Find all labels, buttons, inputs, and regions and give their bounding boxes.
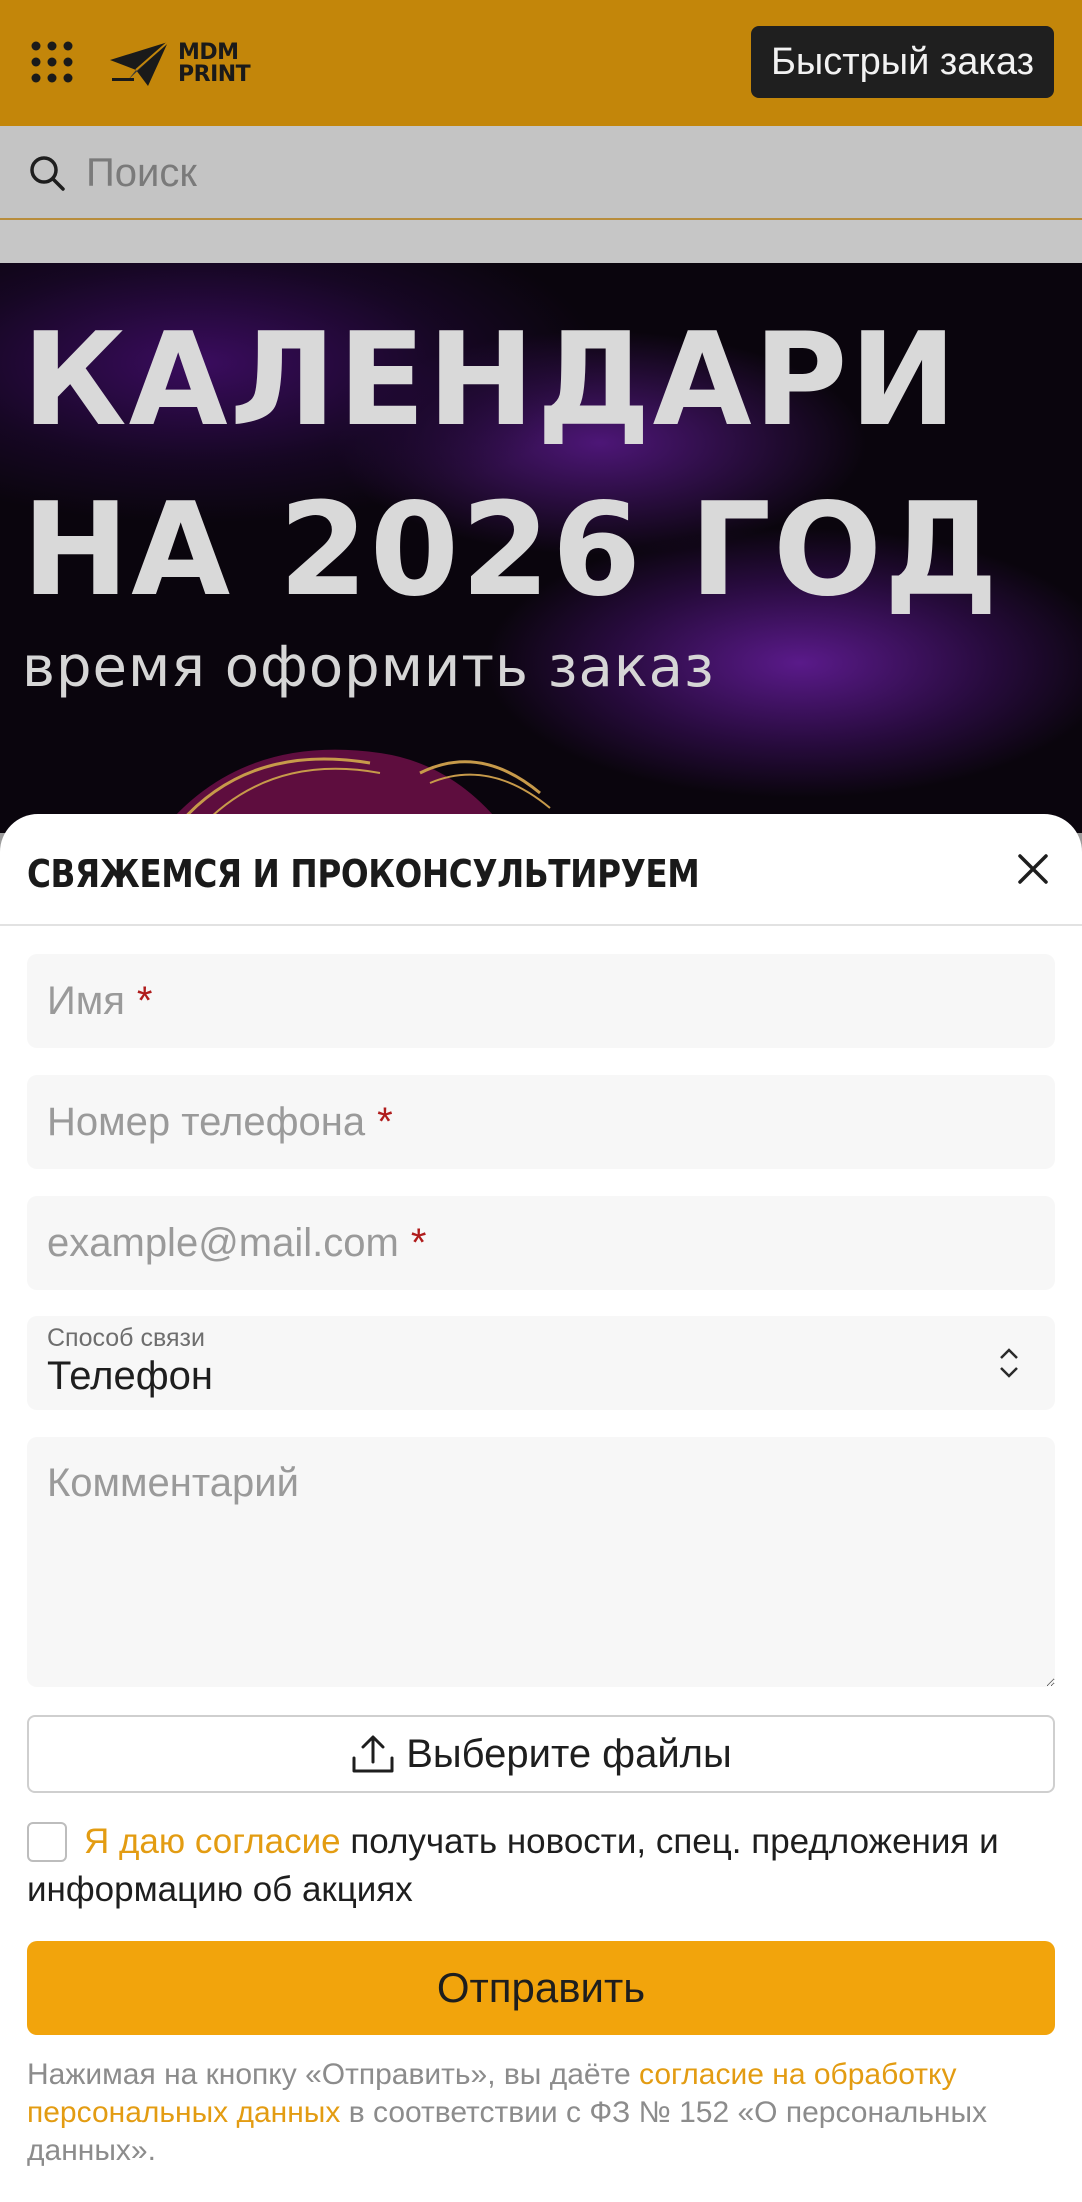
legal-prefix: Нажимая на кнопку «Отправить», вы даёте xyxy=(27,2058,639,2091)
paper-plane-logo-icon xyxy=(110,41,169,86)
banner-headline-line2: НА 2026 ГОД xyxy=(22,476,1000,625)
consent-link[interactable]: Я даю согласие xyxy=(84,1822,341,1861)
email-field[interactable]: example@mail.com * xyxy=(27,1196,1055,1290)
submit-button[interactable]: Отправить xyxy=(27,1941,1055,2035)
banner-subtitle: время оформить заказ xyxy=(22,635,715,700)
name-field[interactable]: Имя * xyxy=(27,954,1055,1048)
search-input[interactable] xyxy=(84,142,1048,204)
select-updown-icon xyxy=(1000,1348,1018,1378)
promo-banner[interactable]: КАЛЕНДАРИ НА 2026 ГОД время оформить зак… xyxy=(0,263,1082,833)
phone-input[interactable] xyxy=(27,1075,1055,1169)
modal-divider xyxy=(0,924,1082,926)
file-upload-button[interactable]: Выберите файлы xyxy=(27,1715,1055,1793)
header: MDM PRINT Быстрый заказ xyxy=(0,0,1082,126)
search-icon xyxy=(30,156,65,191)
logo[interactable]: MDM PRINT xyxy=(108,38,251,90)
contact-method-select[interactable]: Способ связи Телефон xyxy=(27,1316,1055,1410)
consent-checkbox[interactable] xyxy=(27,1822,67,1862)
banner-headline-line1: КАЛЕНДАРИ xyxy=(22,306,959,455)
comment-field[interactable]: Комментарий xyxy=(27,1437,1055,1687)
close-icon[interactable] xyxy=(1014,850,1052,888)
logo-line2: PRINT xyxy=(178,62,251,87)
quick-order-button[interactable]: Быстрый заказ xyxy=(750,26,1054,98)
apps-grid-icon[interactable] xyxy=(30,40,74,84)
modal-title: СВЯЖЕМСЯ И ПРОКОНСУЛЬТИРУЕМ xyxy=(27,852,700,896)
search-bar xyxy=(0,126,1082,220)
contact-method-label: Способ связи xyxy=(47,1324,205,1352)
consent-text: Я даю согласие получать новости, спец. п… xyxy=(27,1818,1067,1914)
page-strip xyxy=(0,220,1082,263)
upload-label: Выберите файлы xyxy=(406,1731,732,1776)
logo-line1: MDM xyxy=(178,40,239,65)
email-input[interactable] xyxy=(27,1196,1055,1290)
name-input[interactable] xyxy=(27,954,1055,1048)
phone-field[interactable]: Номер телефона * xyxy=(27,1075,1055,1169)
contact-method-value: Телефон xyxy=(47,1354,213,1398)
consultation-modal: СВЯЖЕМСЯ И ПРОКОНСУЛЬТИРУЕМ Имя * Номер т… xyxy=(0,814,1082,2202)
upload-icon xyxy=(352,1735,394,1773)
legal-notice: Нажимая на кнопку «Отправить», вы даёте … xyxy=(27,2056,1067,2170)
logo-text: MDM PRINT xyxy=(178,40,251,87)
comment-textarea[interactable] xyxy=(27,1437,1055,1687)
